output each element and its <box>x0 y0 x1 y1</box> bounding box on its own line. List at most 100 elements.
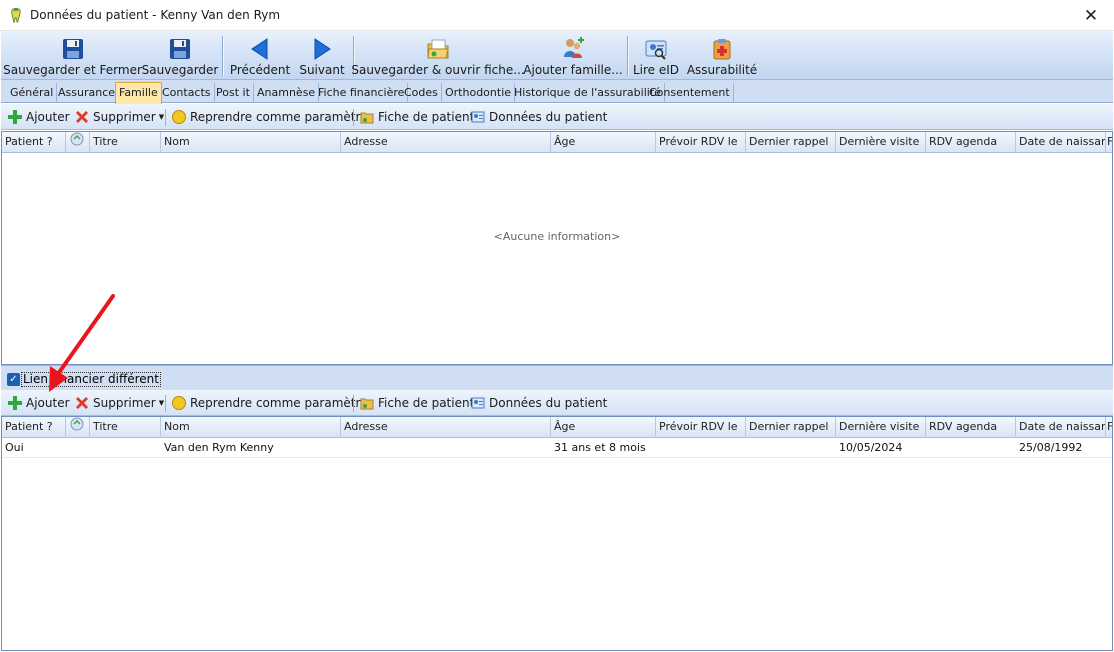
cell-nom: Van den Rym Kenny <box>164 441 274 454</box>
patient-data-label: Données du patient <box>489 110 608 124</box>
financial-link-checkbox[interactable]: ✓ <box>7 373 20 386</box>
plus-icon <box>7 109 23 125</box>
read-eid-button[interactable]: Lire eID <box>633 31 679 80</box>
save-and-open-file-button[interactable]: Sauvegarder & ouvrir fiche... <box>351 31 525 80</box>
patient-file-button[interactable]: Fiche de patient <box>359 394 474 412</box>
tab-post-it[interactable]: Post it <box>213 83 254 103</box>
tab-contacts[interactable]: Contacts <box>159 83 215 103</box>
col-derniere-visite[interactable]: Dernière visite <box>836 132 926 153</box>
tab-codes[interactable]: Codes <box>401 83 442 103</box>
col-derniere-visite[interactable]: Dernière visite <box>836 417 926 438</box>
tab-consentement[interactable]: Consentement <box>646 83 734 103</box>
delete-label: Supprimer <box>93 110 156 124</box>
col-rdv-agenda[interactable]: RDV agenda <box>926 417 1016 438</box>
table-row[interactable]: Oui Van den Rym Kenny 31 ans et 8 mois 1… <box>2 438 1112 458</box>
delete-label: Supprimer <box>93 396 156 410</box>
col-date-naissance[interactable]: Date de naissance <box>1016 417 1106 438</box>
reuse-label: Reprendre comme paramètre <box>190 110 368 124</box>
financial-link-grid[interactable]: Patient ? Titre Nom Adresse Âge Prévoir … <box>1 416 1113 651</box>
cell-patient: Oui <box>5 441 24 454</box>
reuse-as-parameter-button[interactable]: Reprendre comme paramètre <box>171 394 368 412</box>
tab-general[interactable]: Général <box>7 83 58 103</box>
save-button[interactable]: Sauvegarder <box>142 31 218 80</box>
window-title: Données du patient - Kenny Van den Rym <box>30 8 281 22</box>
coin-icon <box>171 395 187 411</box>
financial-link-band: ✓ Lien financier différent <box>1 365 1113 391</box>
ribbon-label: Sauvegarder et Fermer <box>3 63 142 77</box>
recall-icon <box>70 417 84 431</box>
col-age[interactable]: Âge <box>551 132 656 153</box>
patient-data-button[interactable]: Données du patient <box>470 108 607 126</box>
tab-famille[interactable]: Famille <box>115 82 162 104</box>
title-bar: Données du patient - Kenny Van den Rym ✕ <box>0 0 1114 31</box>
reuse-as-parameter-button[interactable]: Reprendre comme paramètre <box>171 108 368 126</box>
col-patient[interactable]: Patient ? <box>2 132 66 153</box>
col-titre[interactable]: Titre <box>90 417 161 438</box>
tab-orthodontie[interactable]: Orthodontie <box>442 83 516 103</box>
tab-anamnese[interactable]: Anamnèse <box>254 83 320 103</box>
patient-card-icon <box>470 109 486 125</box>
col-f[interactable]: F <box>1106 417 1112 438</box>
col-titre[interactable]: Titre <box>90 132 161 153</box>
toolbar-separator <box>353 395 354 412</box>
cell-rdv-agenda <box>926 438 1016 458</box>
col-adresse[interactable]: Adresse <box>341 132 551 153</box>
tooth-app-icon <box>11 8 21 23</box>
tab-assurance[interactable]: Assurance <box>55 83 120 103</box>
patient-data-label: Données du patient <box>489 396 608 410</box>
add-button[interactable]: Ajouter <box>7 108 70 126</box>
previous-button[interactable]: Précédent <box>229 31 291 80</box>
plus-icon <box>7 395 23 411</box>
delete-button[interactable]: Supprimer ▼ <box>74 108 164 126</box>
floppy-disk-icon <box>60 36 86 62</box>
delete-button[interactable]: Supprimer ▼ <box>74 394 164 412</box>
folder-icon <box>359 395 375 411</box>
col-age[interactable]: Âge <box>551 417 656 438</box>
patient-data-button[interactable]: Données du patient <box>470 394 607 412</box>
next-button[interactable]: Suivant <box>297 31 347 80</box>
cell-adresse <box>341 438 551 458</box>
arrow-right-icon <box>309 36 335 62</box>
save-and-close-button[interactable]: Sauvegarder et Fermer <box>3 31 142 80</box>
col-nom[interactable]: Nom <box>161 417 341 438</box>
dropdown-caret-icon: ▼ <box>158 399 165 407</box>
col-patient[interactable]: Patient ? <box>2 417 66 438</box>
col-rdv-agenda[interactable]: RDV agenda <box>926 132 1016 153</box>
ribbon-label: Assurabilité <box>686 63 758 77</box>
tab-historique-assurabilite[interactable]: Historique de l'assurabilité <box>511 83 665 103</box>
col-date-naissance[interactable]: Date de naissance <box>1016 132 1106 153</box>
dropdown-caret-icon: ▼ <box>158 113 165 121</box>
col-recall[interactable] <box>66 417 90 438</box>
add-button[interactable]: Ajouter <box>7 394 70 412</box>
family-grid[interactable]: Patient ? Titre Nom Adresse Âge Prévoir … <box>1 131 1113 365</box>
tab-fiche-financiere[interactable]: Fiche financière <box>315 83 409 103</box>
col-recall[interactable] <box>66 132 90 153</box>
floppy-disk-icon <box>167 36 193 62</box>
col-f[interactable]: F <box>1106 132 1112 153</box>
add-label: Ajouter <box>26 110 70 124</box>
insurability-button[interactable]: Assurabilité <box>687 31 757 80</box>
col-prevoir-rdv[interactable]: Prévoir RDV le <box>656 417 746 438</box>
delete-x-icon <box>74 109 90 125</box>
col-nom[interactable]: Nom <box>161 132 341 153</box>
ribbon-separator <box>222 36 223 76</box>
col-dernier-rappel[interactable]: Dernier rappel <box>746 417 836 438</box>
ribbon-label: Sauvegarder & ouvrir fiche... <box>351 63 525 77</box>
folder-icon <box>359 109 375 125</box>
patient-file-button[interactable]: Fiche de patient <box>359 108 474 126</box>
cell-date-naissance: 25/08/1992 <box>1019 441 1083 454</box>
recall-icon <box>70 132 84 146</box>
ribbon-label: Suivant <box>299 63 345 77</box>
add-family-button[interactable]: Ajouter famille... <box>523 31 623 80</box>
arrow-left-icon <box>247 36 273 62</box>
reuse-label: Reprendre comme paramètre <box>190 396 368 410</box>
financial-link-label[interactable]: Lien financier différent <box>21 372 161 387</box>
col-dernier-rappel[interactable]: Dernier rappel <box>746 132 836 153</box>
close-button[interactable]: ✕ <box>1068 0 1114 31</box>
ribbon-toolbar: Sauvegarder et Fermer Sauvegarder Précéd… <box>1 31 1113 80</box>
col-adresse[interactable]: Adresse <box>341 417 551 438</box>
patient-file-label: Fiche de patient <box>378 396 475 410</box>
toolbar-separator <box>353 109 354 126</box>
col-prevoir-rdv[interactable]: Prévoir RDV le <box>656 132 746 153</box>
ribbon-label: Précédent <box>229 63 291 77</box>
